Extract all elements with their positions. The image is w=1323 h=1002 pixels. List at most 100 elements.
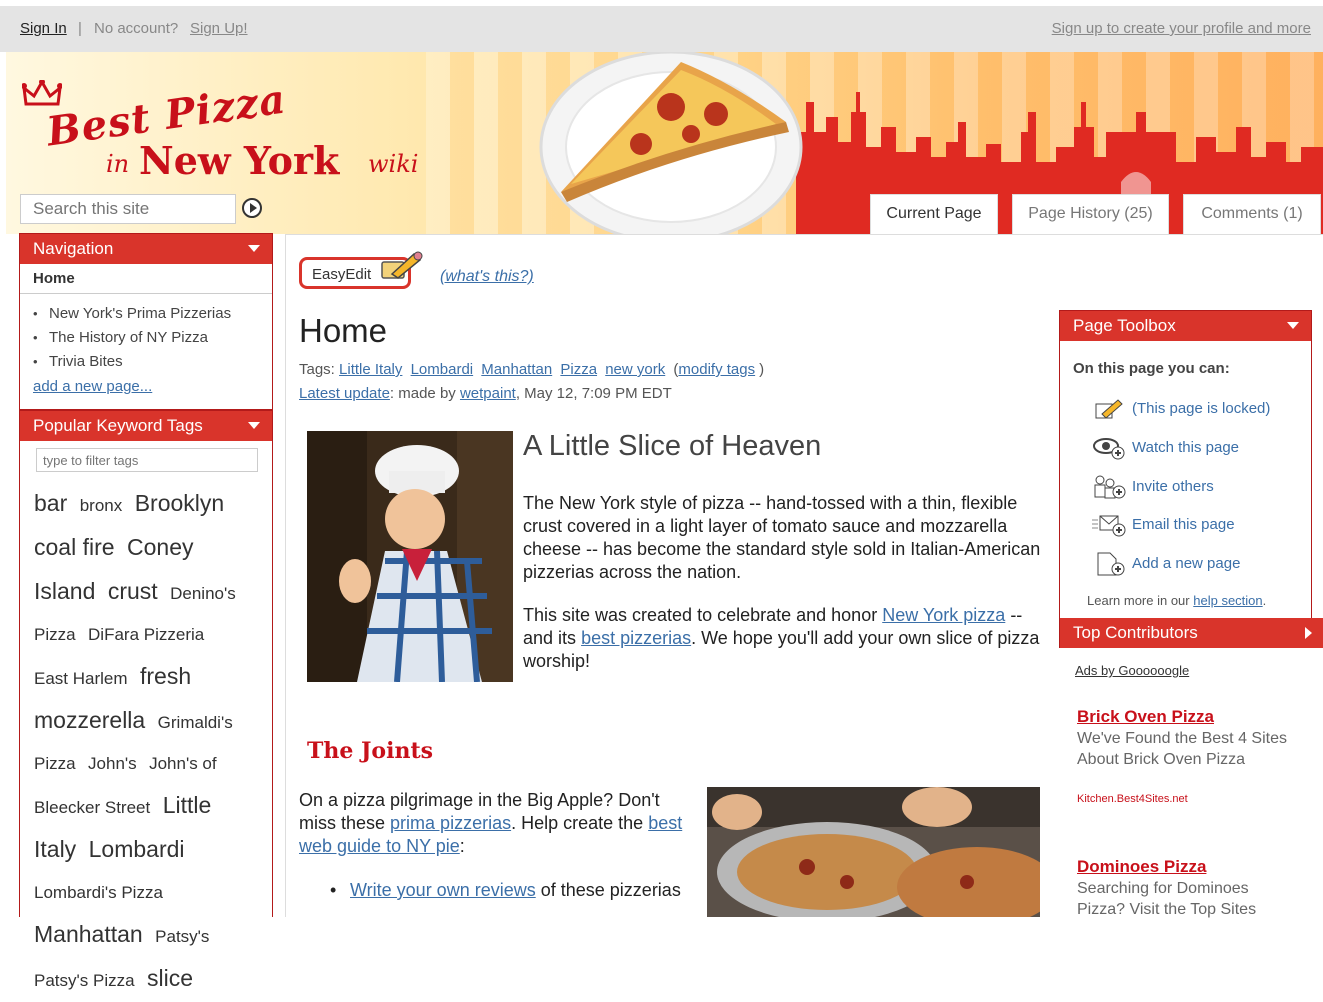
- tag-link[interactable]: Pizza: [560, 361, 597, 378]
- tag-link[interactable]: Lombardi: [411, 361, 474, 378]
- nav-item[interactable]: New York's Prima Pizzerias: [33, 302, 272, 326]
- made-by-text: : made by: [389, 385, 456, 402]
- ad-title-link[interactable]: Dominoes Pizza: [1077, 857, 1206, 877]
- tag-link[interactable]: Coney: [127, 534, 193, 560]
- tag-link[interactable]: slice: [147, 965, 193, 991]
- keyword-tags-box: Popular Keyword Tags bar bronx Brooklyn …: [19, 410, 273, 991]
- tag-link[interactable]: Denino's: [170, 584, 236, 603]
- tag-link[interactable]: Patsy's Pizza: [34, 971, 135, 990]
- tag-link[interactable]: Bleecker Street: [34, 798, 150, 817]
- no-account-text: No account?: [94, 20, 179, 37]
- search-input[interactable]: [20, 194, 236, 224]
- logo-new-york[interactable]: New York: [139, 138, 339, 183]
- logo-in: in: [106, 150, 130, 178]
- logo-wiki: wiki: [368, 150, 419, 178]
- navigation-box: Navigation Home New York's Prima Pizzeri…: [19, 233, 273, 410]
- learn-more-label: Learn more in our: [1087, 593, 1190, 608]
- heading-the-joints: The Joints: [307, 738, 434, 764]
- nav-list: New York's Prima Pizzerias The History o…: [20, 294, 272, 374]
- para2-text-a: This site was created to celebrate and h…: [523, 605, 878, 625]
- tab-page-history[interactable]: Page History (25): [1012, 194, 1169, 234]
- tag-link[interactable]: Manhattan: [34, 921, 143, 947]
- tag-link[interactable]: Brooklyn: [135, 490, 224, 516]
- nav-item[interactable]: The History of NY Pizza: [33, 326, 272, 350]
- tab-current-page[interactable]: Current Page: [870, 194, 998, 234]
- tag-link[interactable]: John's of: [149, 754, 217, 773]
- expand-icon[interactable]: [1305, 627, 1312, 639]
- pizza-plate-image: [539, 52, 803, 234]
- tag-link[interactable]: Lombardi's Pizza: [34, 883, 163, 902]
- tag-link[interactable]: bar: [34, 490, 67, 516]
- intro-paragraph: The New York style of pizza -- hand-toss…: [523, 493, 1041, 582]
- ad-body: We've Found the Best 4 Sites About Brick…: [1077, 730, 1287, 768]
- list-item: Write your own reviews of these pizzeria…: [330, 879, 700, 901]
- nav-home[interactable]: Home: [20, 264, 272, 294]
- page-toolbox: Page Toolbox On this page you can: (This…: [1059, 310, 1323, 648]
- ad-body: Searching for Dominoes Pizza? Visit the …: [1077, 880, 1257, 918]
- tags-heading-label: Popular Keyword Tags: [33, 416, 203, 435]
- pizza-photo-image: [707, 787, 1040, 917]
- add-page-link[interactable]: add a new page...: [20, 374, 272, 403]
- collapse-icon[interactable]: [248, 245, 260, 252]
- tag-link[interactable]: Pizza: [34, 625, 76, 644]
- tag-link[interactable]: Italy: [34, 836, 76, 862]
- prima-pizzerias-link[interactable]: prima pizzerias: [390, 813, 511, 833]
- page-plus-icon: [1097, 552, 1125, 576]
- tag-link[interactable]: Patsy's: [155, 927, 209, 946]
- tag-link[interactable]: DiFara Pizzeria: [88, 625, 204, 644]
- toolbox-item-label: Watch this page: [1132, 439, 1239, 456]
- nav-item[interactable]: Trivia Bites: [33, 350, 272, 374]
- ad-url[interactable]: Kitchen.Best4Sites.net: [1077, 793, 1188, 805]
- best-pizzerias-link[interactable]: best pizzerias: [581, 628, 691, 648]
- tag-cloud: bar bronx Brooklyn coal fire Coney Islan…: [34, 483, 272, 1002]
- para3-text-c: :: [459, 836, 465, 856]
- toolbox-item-label: Add a new page: [1132, 555, 1241, 572]
- latest-update-link[interactable]: Latest update: [299, 385, 390, 402]
- tag-link[interactable]: Little Italy: [339, 361, 402, 378]
- tag-link[interactable]: Manhattan: [481, 361, 552, 378]
- search-go-button[interactable]: [242, 198, 262, 218]
- toolbox-heading-label: Page Toolbox: [1073, 316, 1176, 335]
- tag-link[interactable]: new york: [605, 361, 665, 378]
- write-reviews-link[interactable]: Write your own reviews: [350, 880, 536, 900]
- modify-tags-link[interactable]: modify tags: [678, 361, 755, 378]
- learn-more-text: Learn more in our help section.: [1087, 593, 1267, 608]
- collapse-icon[interactable]: [248, 422, 260, 429]
- tag-link[interactable]: Pizza: [34, 754, 76, 773]
- eye-plus-icon: [1093, 438, 1125, 460]
- top-contributors-heading[interactable]: Top Contributors: [1060, 618, 1323, 648]
- toolbox-item-label: (This page is locked): [1132, 400, 1271, 417]
- tag-link[interactable]: Lombardi: [89, 836, 185, 862]
- people-plus-icon: [1094, 475, 1126, 499]
- collapse-icon[interactable]: [1287, 322, 1299, 329]
- tag-link[interactable]: fresh: [140, 663, 191, 689]
- tag-link[interactable]: coal fire: [34, 534, 115, 560]
- celebrate-paragraph: This site was created to celebrate and h…: [523, 604, 1048, 673]
- author-link[interactable]: wetpaint: [460, 385, 516, 402]
- sign-in-link[interactable]: Sign In: [20, 20, 67, 37]
- tag-link[interactable]: John's: [88, 754, 137, 773]
- tag-link[interactable]: crust: [108, 578, 158, 604]
- para3-text-b: . Help create the: [511, 813, 644, 833]
- tag-link[interactable]: bronx: [80, 496, 123, 515]
- tag-link[interactable]: mozzerella: [34, 707, 145, 733]
- on-this-page-label: On this page you can:: [1073, 360, 1230, 377]
- tags-heading[interactable]: Popular Keyword Tags: [20, 411, 272, 441]
- create-profile-link[interactable]: Sign up to create your profile and more: [1052, 20, 1311, 37]
- sign-up-link[interactable]: Sign Up!: [190, 20, 248, 37]
- help-section-link[interactable]: help section: [1193, 593, 1262, 608]
- toolbox-heading[interactable]: Page Toolbox: [1060, 311, 1311, 341]
- tag-filter-input[interactable]: [36, 448, 258, 472]
- ads-by-google-link[interactable]: Ads by Goooooogle: [1075, 663, 1189, 678]
- tag-link[interactable]: Grimaldi's: [158, 713, 233, 732]
- tab-comments[interactable]: Comments (1): [1183, 194, 1321, 234]
- tag-link[interactable]: Island: [34, 578, 95, 604]
- new-york-pizza-link[interactable]: New York pizza: [882, 605, 1005, 625]
- tags-label: Tags:: [299, 361, 335, 378]
- ad-title-link[interactable]: Brick Oven Pizza: [1077, 707, 1214, 727]
- navigation-heading[interactable]: Navigation: [20, 234, 272, 264]
- whats-this-link[interactable]: (what's this?): [440, 268, 534, 286]
- tag-link[interactable]: East Harlem: [34, 669, 128, 688]
- tag-link[interactable]: Little: [163, 792, 212, 818]
- pencil-icon[interactable]: [378, 248, 424, 282]
